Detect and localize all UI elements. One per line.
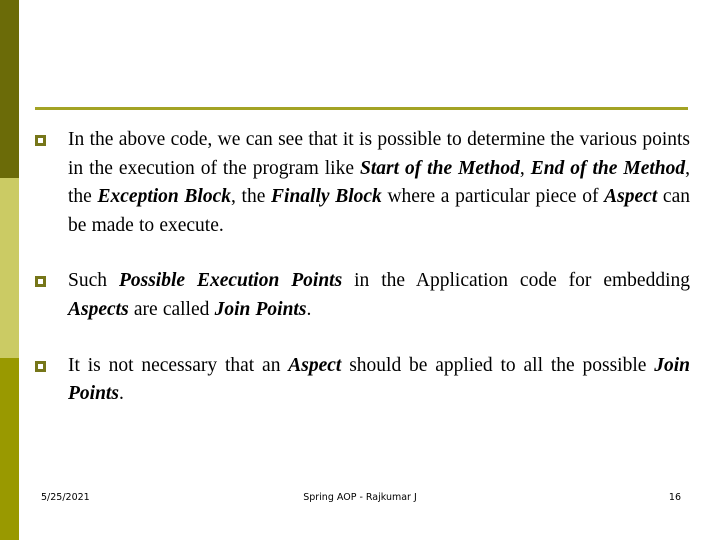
- left-color-bar: [0, 0, 19, 540]
- bullet-paragraph-1: In the above code, we can see that it is…: [68, 129, 690, 236]
- dark-olive-band: [0, 0, 19, 178]
- list-item: It is not necessary that an Aspect shoul…: [35, 352, 690, 409]
- bright-olive-band: [0, 358, 19, 540]
- list-item: In the above code, we can see that it is…: [35, 126, 690, 240]
- slide-canvas: In the above code, we can see that it is…: [0, 0, 720, 540]
- hollow-square-bullet-icon: [35, 135, 46, 146]
- pale-olive-band: [0, 178, 19, 358]
- hollow-square-bullet-icon: [35, 360, 46, 372]
- footer-title: Spring AOP - Rajkumar J: [303, 492, 417, 503]
- footer-page-number: 16: [668, 492, 681, 503]
- slide-body: In the above code, we can see that it is…: [35, 126, 690, 409]
- bullet-paragraph-3: It is not necessary that an Aspect shoul…: [68, 354, 690, 405]
- list-item: Such Possible Execution Points in the Ap…: [35, 267, 690, 324]
- title-divider-rule: [35, 107, 688, 110]
- hollow-square-bullet-icon: [35, 276, 46, 288]
- slide-footer: 5/25/2021 Spring AOP - Rajkumar J 16: [0, 492, 720, 510]
- bullet-paragraph-2: Such Possible Execution Points in the Ap…: [68, 270, 690, 320]
